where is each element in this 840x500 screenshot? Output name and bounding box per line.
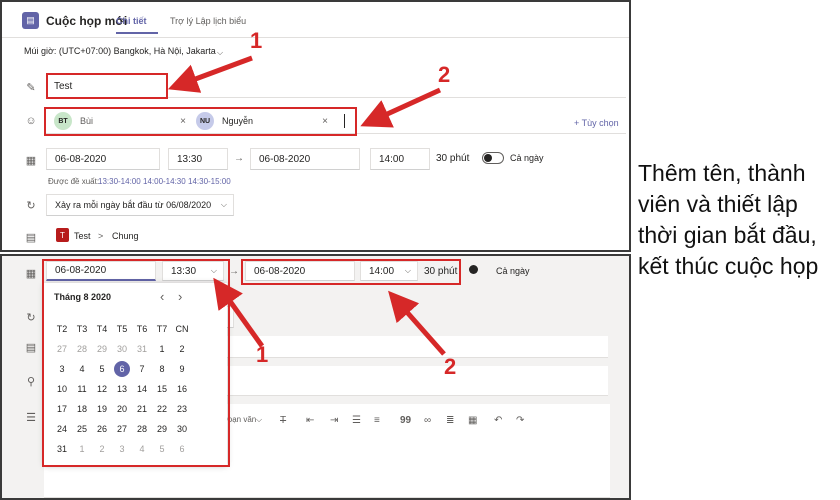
annotation-arrows-top bbox=[167, 55, 442, 128]
arrow-2-top bbox=[360, 87, 442, 128]
annotation-number-1: 1 bbox=[256, 342, 269, 367]
arrow-2-bottom bbox=[388, 290, 446, 356]
annotation-number-2: 2 bbox=[444, 354, 457, 379]
arrow-1-top bbox=[167, 55, 253, 93]
annotation-number-2: 2 bbox=[438, 62, 451, 87]
annotation-number-1: 1 bbox=[250, 28, 263, 53]
instruction-caption: Thêm tên, thành viên và thiết lập thời g… bbox=[638, 160, 819, 279]
arrow-1-bottom bbox=[213, 277, 265, 348]
annotation-arrows-bottom bbox=[213, 277, 446, 356]
